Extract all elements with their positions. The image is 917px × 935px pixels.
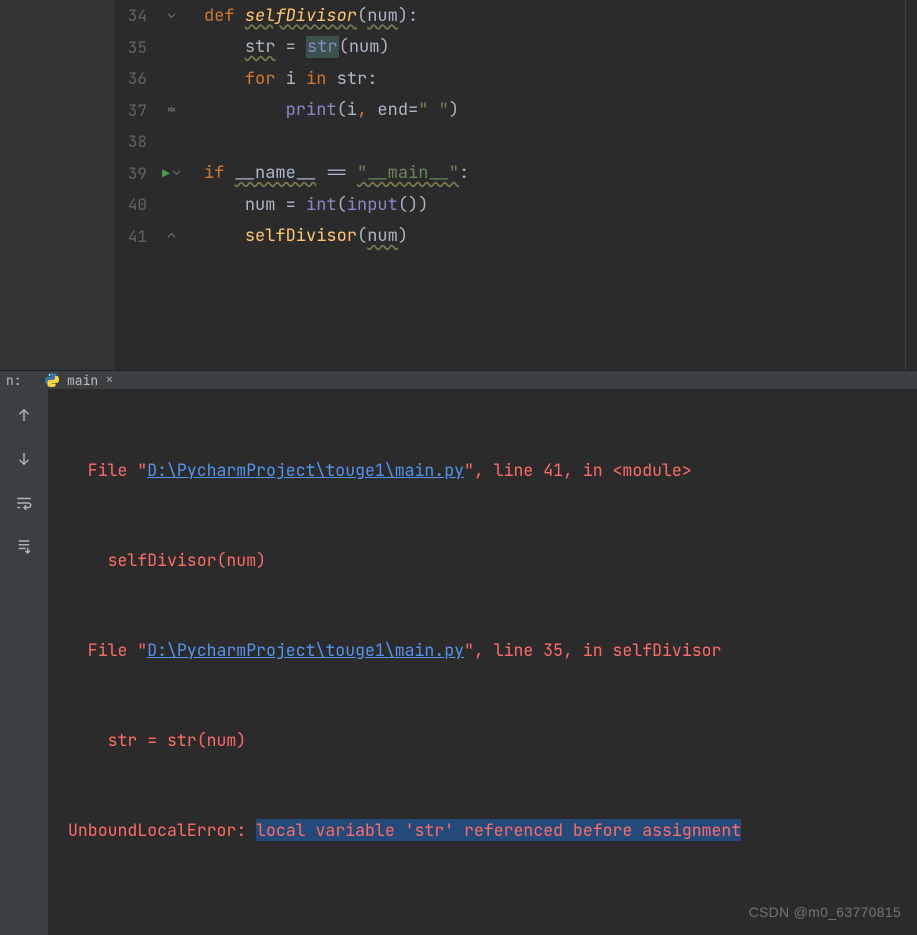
code-line[interactable]: str = str(num) xyxy=(204,32,905,64)
code-line[interactable]: if __name__ == "__main__": xyxy=(204,158,905,190)
arrow-up-icon[interactable] xyxy=(12,403,36,427)
code-line[interactable]: num = int(input()) xyxy=(204,189,905,221)
line-number: 41 xyxy=(115,226,153,247)
line-number: 36 xyxy=(115,68,153,89)
python-icon xyxy=(44,372,60,388)
close-icon[interactable]: × xyxy=(105,371,113,389)
line-number: 35 xyxy=(115,37,153,58)
run-gutter-icon[interactable]: ▶ xyxy=(162,165,170,182)
file-link[interactable]: D:\PycharmProject\touge1\main.py xyxy=(147,639,464,661)
line-number: 37 xyxy=(115,100,153,121)
line-number: 39 xyxy=(115,163,153,184)
run-panel: n: main × File "D:\PycharmProject\touge1… xyxy=(0,370,917,570)
code-line[interactable]: print(i, end=" ") xyxy=(204,95,905,127)
soft-wrap-icon[interactable] xyxy=(12,491,36,515)
code-line[interactable] xyxy=(204,126,905,158)
error-highlight: local variable 'str' referenced before a… xyxy=(256,819,741,841)
panel-label: n: xyxy=(6,372,22,389)
code-area[interactable]: def selfDivisor(num): str = str(num) for… xyxy=(190,0,905,370)
line-number: 38 xyxy=(115,131,153,152)
fold-open-icon[interactable] xyxy=(172,167,181,179)
watermark: CSDN @m0_63770815 xyxy=(749,897,901,927)
scroll-to-end-icon[interactable] xyxy=(12,535,36,559)
fold-open-icon[interactable] xyxy=(167,10,176,22)
arrow-down-icon[interactable] xyxy=(12,447,36,471)
code-line[interactable]: for i in str: xyxy=(204,63,905,95)
line-number: 40 xyxy=(115,194,153,215)
file-link[interactable]: D:\PycharmProject\touge1\main.py xyxy=(147,459,464,481)
code-line[interactable]: def selfDivisor(num): xyxy=(204,0,905,32)
line-number: 34 xyxy=(115,5,153,26)
console-toolbar xyxy=(0,389,48,935)
code-line[interactable]: selfDivisor(num) xyxy=(204,221,905,253)
code-editor[interactable]: 34 35 36 37 38 39 ▶ 40 41 def selfDiviso… xyxy=(0,0,917,370)
gutter: 34 35 36 37 38 39 ▶ 40 41 xyxy=(115,0,190,370)
editor-left-margin xyxy=(0,0,115,370)
tab-label: main xyxy=(67,372,98,389)
console-output[interactable]: File "D:\PycharmProject\touge1\main.py",… xyxy=(48,389,917,935)
run-tab-main[interactable]: main × xyxy=(38,371,120,389)
fold-close-icon[interactable] xyxy=(167,230,176,242)
editor-scrollbar[interactable] xyxy=(905,0,917,370)
run-tab-bar: n: main × xyxy=(0,371,917,389)
fold-mid-icon[interactable] xyxy=(167,104,176,116)
